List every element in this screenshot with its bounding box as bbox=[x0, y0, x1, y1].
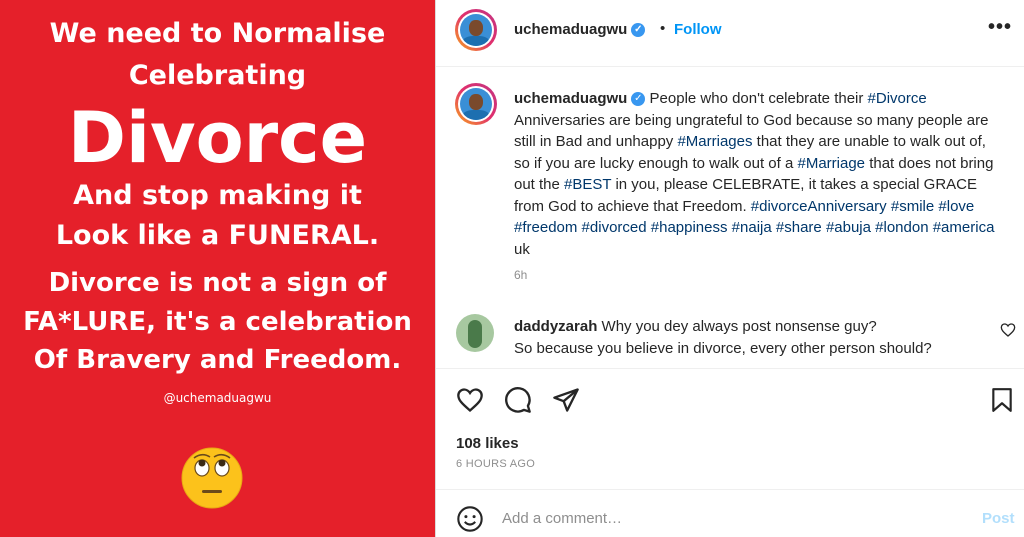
hashtag-link[interactable]: #BEST bbox=[564, 176, 611, 193]
follow-button[interactable]: Follow bbox=[674, 21, 722, 38]
hashtag-link[interactable]: #Divorce bbox=[868, 90, 927, 107]
image-headline: Divorce bbox=[67, 97, 368, 179]
image-text-line: Of Bravery and Freedom. bbox=[33, 345, 402, 375]
image-text-line: We need to Normalise bbox=[49, 18, 386, 49]
hashtag-link[interactable]: #smile bbox=[891, 198, 934, 215]
emoji-picker-icon[interactable] bbox=[456, 505, 484, 533]
share-send-icon[interactable] bbox=[552, 386, 580, 414]
image-text-line: Divorce is not a sign of bbox=[48, 268, 387, 298]
verified-badge-icon: ✓ bbox=[631, 92, 646, 107]
image-handle: @uchemaduagwu bbox=[163, 391, 272, 405]
image-text-line: Celebrating bbox=[128, 60, 307, 91]
hashtag-link[interactable]: #freedom bbox=[514, 219, 577, 236]
comment-bubble-icon[interactable] bbox=[504, 386, 532, 414]
eye-roll-emoji-icon bbox=[181, 447, 243, 509]
commenter-username[interactable]: daddyzarah bbox=[514, 318, 597, 335]
author-username[interactable]: uchemaduagwu ✓ bbox=[514, 21, 646, 38]
hashtag-link[interactable]: #divorced bbox=[582, 219, 647, 236]
add-comment-input[interactable]: Add a comment… bbox=[502, 510, 622, 527]
author-username-text[interactable]: uchemaduagwu bbox=[514, 21, 627, 38]
caption-avatar[interactable] bbox=[455, 83, 497, 125]
hashtag-link[interactable]: #london bbox=[875, 219, 928, 236]
like-heart-icon[interactable] bbox=[456, 386, 484, 414]
image-text-line: And stop making it bbox=[73, 180, 362, 211]
hashtag-link[interactable]: #divorceAnniversary bbox=[751, 198, 887, 215]
hashtag-link[interactable]: #abuja bbox=[826, 219, 871, 236]
divider bbox=[436, 368, 1024, 369]
hashtag-link[interactable]: #love bbox=[938, 198, 974, 215]
author-avatar[interactable] bbox=[455, 9, 497, 51]
comment-text: Why you dey always post nonsense guy? bbox=[601, 318, 877, 335]
likes-count[interactable]: 108 likes bbox=[456, 435, 519, 452]
divider bbox=[436, 66, 1024, 67]
more-options-icon[interactable]: ••• bbox=[988, 16, 1012, 39]
hashtag-link[interactable]: #Marriages bbox=[677, 133, 752, 150]
like-comment-heart-icon[interactable] bbox=[1000, 322, 1016, 338]
post-details-panel: uchemaduagwu ✓ • Follow ••• uchemaduagwu ✓… bbox=[435, 0, 1024, 537]
post-comment-button[interactable]: Post bbox=[982, 510, 1015, 527]
commenter-avatar[interactable] bbox=[456, 314, 494, 352]
separator-dot: • bbox=[660, 20, 666, 37]
caption-timestamp[interactable]: 6h bbox=[514, 268, 527, 282]
save-bookmark-icon[interactable] bbox=[989, 386, 1015, 414]
caption-text: uk bbox=[514, 240, 530, 258]
image-text-line: FA*LURE, it's a celebration bbox=[23, 307, 412, 337]
hashtag-link[interactable]: #america bbox=[933, 219, 995, 236]
post-image: We need to Normalise Celebrating Divorce… bbox=[0, 0, 435, 537]
verified-badge-icon: ✓ bbox=[631, 23, 646, 38]
comment-text: So because you believe in divorce, every… bbox=[514, 340, 932, 357]
post-caption: uchemaduagwu ✓ People who don't celebrate… bbox=[514, 88, 1004, 260]
comment-item: daddyzarah Why you dey always post nonse… bbox=[514, 316, 994, 360]
image-text-line: Look like a FUNERAL. bbox=[55, 220, 380, 251]
hashtag-link[interactable]: #happiness bbox=[651, 219, 728, 236]
post-timestamp: 6 HOURS AGO bbox=[456, 458, 536, 470]
caption-text: People who don't celebrate their bbox=[649, 90, 868, 107]
hashtag-link[interactable]: #share bbox=[776, 219, 822, 236]
hashtag-link[interactable]: #naija bbox=[732, 219, 772, 236]
caption-username[interactable]: uchemaduagwu bbox=[514, 90, 627, 107]
hashtag-link[interactable]: #Marriage bbox=[798, 155, 866, 172]
divider bbox=[436, 489, 1024, 490]
